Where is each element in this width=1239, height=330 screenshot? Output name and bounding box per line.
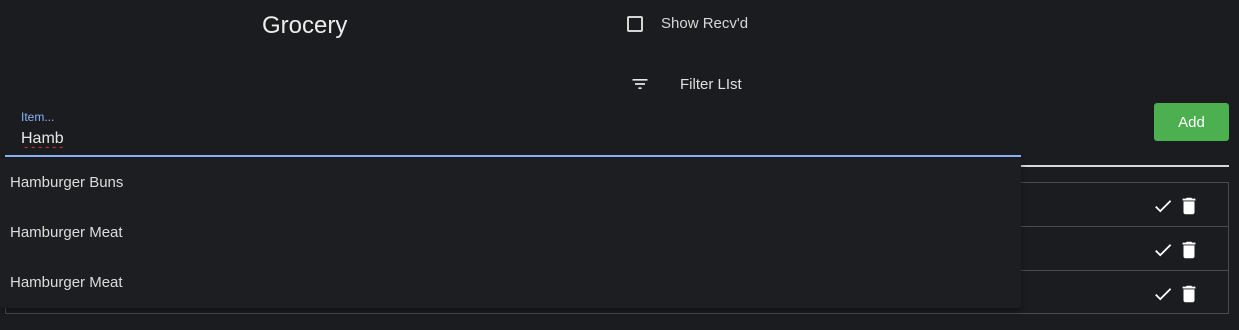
autocomplete-option[interactable]: Hamburger Meat: [0, 258, 1021, 308]
filter-list-button[interactable]: Filter LIst: [630, 74, 742, 94]
trash-icon[interactable]: [1178, 239, 1200, 261]
trash-icon[interactable]: [1178, 283, 1200, 305]
page-title: Grocery: [262, 12, 348, 39]
check-icon[interactable]: [1152, 195, 1174, 217]
check-icon[interactable]: [1152, 283, 1174, 305]
show-recvd-checkbox[interactable]: [627, 15, 643, 32]
show-recvd-label: Show Recv'd: [661, 15, 749, 32]
autocomplete-dropdown: Hamburger Buns Hamburger Meat Hamburger …: [0, 158, 1021, 308]
trash-icon[interactable]: [1178, 195, 1200, 217]
item-field[interactable]: Item...: [5, 104, 1021, 157]
item-field-label: Item...: [21, 110, 55, 124]
filter-list-label: Filter LIst: [680, 75, 742, 93]
item-input[interactable]: [21, 130, 1011, 148]
add-underline: [1021, 165, 1229, 167]
filter-list-icon: [632, 79, 648, 89]
check-icon[interactable]: [1152, 239, 1174, 261]
grocery-page: Grocery Show Recv'd Filter LIst Add Item…: [0, 0, 1239, 330]
add-button[interactable]: Add: [1154, 103, 1229, 141]
show-recvd-toggle[interactable]: Show Recv'd: [627, 15, 748, 32]
autocomplete-option[interactable]: Hamburger Buns: [0, 158, 1021, 208]
autocomplete-option[interactable]: Hamburger Meat: [0, 208, 1021, 258]
